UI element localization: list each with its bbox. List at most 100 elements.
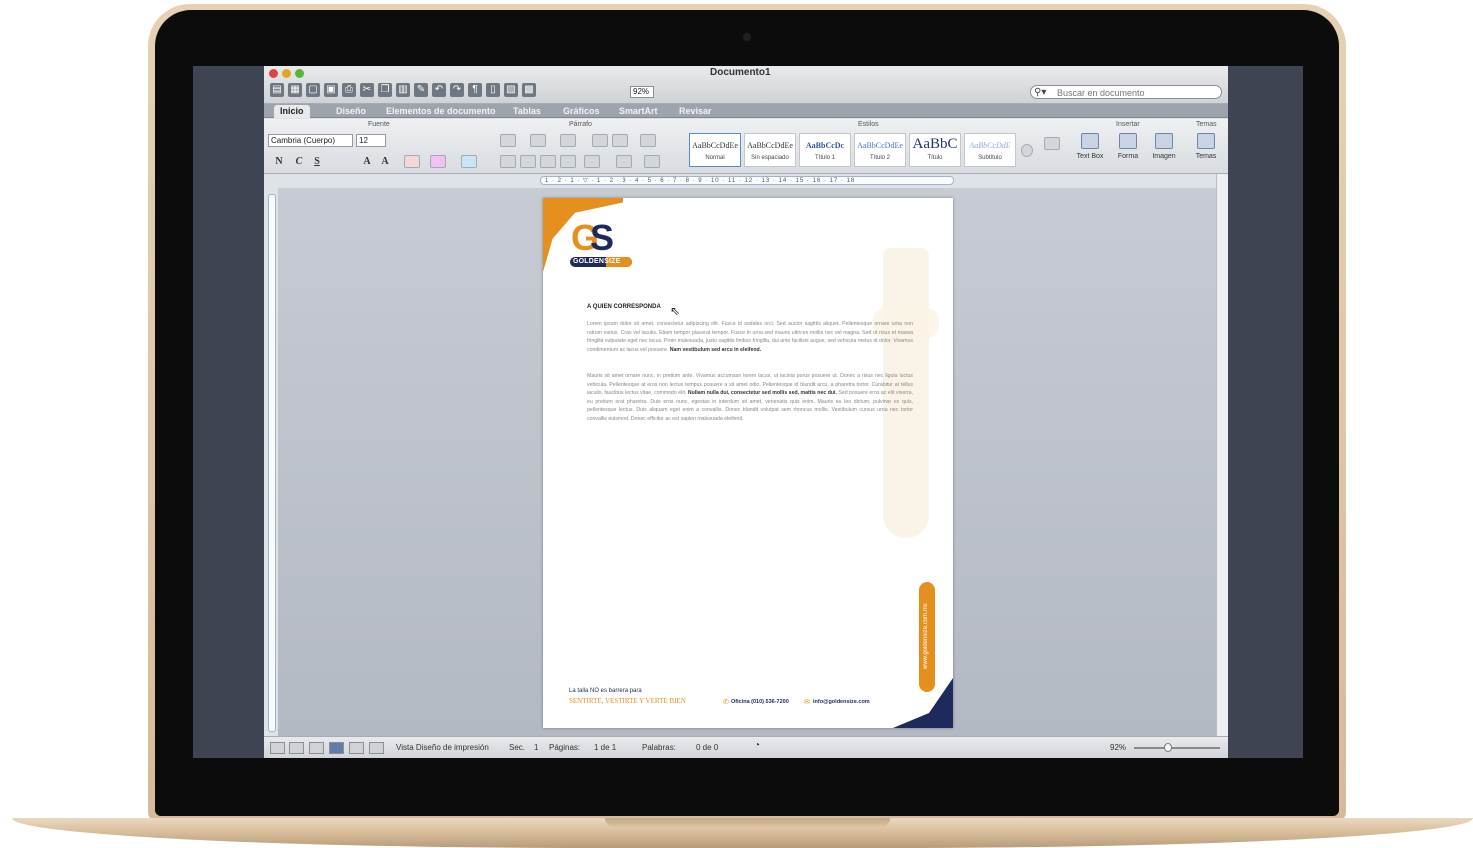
- style-sample: AaBbCcDdEe: [692, 141, 738, 150]
- copy-icon[interactable]: ❐: [378, 83, 392, 97]
- zoom-field[interactable]: 92%: [630, 86, 654, 98]
- vertical-ruler[interactable]: [268, 194, 276, 732]
- laptop-base-notch: [605, 818, 890, 827]
- templates-icon[interactable]: ▦: [288, 83, 302, 97]
- publishing-view-button[interactable]: [309, 742, 324, 754]
- bullets-button[interactable]: [500, 134, 516, 147]
- desktop-background-right: [1228, 66, 1303, 758]
- pilcrow-icon[interactable]: ¶: [468, 83, 482, 97]
- print-icon[interactable]: ⎙: [342, 83, 356, 97]
- paste-icon[interactable]: ▥: [396, 83, 410, 97]
- letter-salutation: A QUIEN CORRESPONDA: [587, 304, 661, 310]
- save-icon[interactable]: ▣: [324, 83, 338, 97]
- font-name-select[interactable]: Cambria (Cuerpo): [268, 134, 353, 147]
- bold-button[interactable]: N: [272, 155, 286, 168]
- zoom-value: 92%: [1110, 743, 1127, 752]
- footer-phone: Oficina (010) 536-7200: [731, 699, 789, 705]
- superscript-button[interactable]: A: [360, 155, 374, 168]
- highlight-button[interactable]: [430, 155, 446, 168]
- redo-icon[interactable]: ↷: [450, 83, 464, 97]
- insert-shape-button[interactable]: Forma: [1110, 133, 1146, 160]
- style-sample: AaBbC: [912, 136, 958, 152]
- line-spacing-button[interactable]: [584, 155, 600, 168]
- horizontal-ruler[interactable]: 1 · 2 · 1 · ▽ · 1 · 2 · 3 · 4 · 5 · 6 · …: [540, 176, 954, 185]
- themes-button[interactable]: Temas: [1188, 133, 1224, 160]
- style-name: Sin espaciado: [751, 155, 789, 161]
- words-value: 0 de 0: [696, 743, 719, 752]
- print-layout-view-button[interactable]: [329, 742, 344, 754]
- vertical-scrollbar[interactable]: [1216, 174, 1228, 736]
- themes-icon: [1197, 133, 1215, 149]
- text-effects-button[interactable]: [461, 155, 477, 168]
- zoom-slider-handle[interactable]: [1164, 743, 1172, 752]
- notebook-view-button[interactable]: [349, 742, 364, 754]
- zoom-button[interactable]: [295, 69, 304, 78]
- group-label-fuente: Fuente: [368, 121, 390, 128]
- tab-inicio[interactable]: Inicio: [274, 105, 310, 118]
- justify-button[interactable]: [560, 155, 576, 168]
- tab-smartart[interactable]: SmartArt: [613, 105, 664, 118]
- multilevel-button[interactable]: [560, 134, 576, 147]
- sidebar-icon[interactable]: ▯: [486, 83, 500, 97]
- borders-button[interactable]: [616, 155, 632, 168]
- subscript-button[interactable]: A: [378, 155, 392, 168]
- styles-more-button[interactable]: [1021, 144, 1033, 157]
- search-box[interactable]: ⚲▾: [1030, 85, 1222, 99]
- cut-icon[interactable]: ✂: [360, 83, 374, 97]
- draft-view-button[interactable]: [270, 742, 285, 754]
- style-name: Subtítulo: [978, 155, 1002, 161]
- font-size-select[interactable]: 12: [356, 134, 386, 147]
- footer-email: info@goldensize.com: [813, 699, 870, 705]
- outline-view-button[interactable]: [289, 742, 304, 754]
- insert-text-box-button[interactable]: Text Box: [1072, 133, 1108, 160]
- style-sin-espaciado[interactable]: AaBbCcDdEe Sin espaciado: [744, 133, 796, 167]
- style-titulo[interactable]: AaBbC Título: [909, 133, 961, 167]
- window-title: Documento1: [710, 67, 771, 78]
- align-right-button[interactable]: [540, 155, 556, 168]
- style-subtitulo[interactable]: AaBbCcDdE Subtítulo: [964, 133, 1016, 167]
- letter-paragraph-1: Lorem ipsum dolor sit amet, consectetur …: [587, 321, 913, 353]
- open-icon[interactable]: ▢: [306, 83, 320, 97]
- gallery-icon[interactable]: ▩: [522, 83, 536, 97]
- close-button[interactable]: [269, 69, 278, 78]
- spelling-icon[interactable]: ◔: [754, 740, 760, 751]
- columns-button[interactable]: [640, 134, 656, 147]
- italic-button[interactable]: C: [292, 155, 306, 168]
- tab-revisar[interactable]: Revisar: [673, 105, 718, 118]
- search-icon[interactable]: ⚲▾: [1034, 86, 1046, 99]
- full-screen-view-button[interactable]: [369, 742, 384, 754]
- increase-indent-button[interactable]: [612, 134, 628, 147]
- style-sample: AaBbCcDc: [805, 141, 845, 150]
- tab-elementos-de-documento[interactable]: Elementos de documento: [380, 105, 502, 118]
- search-input[interactable]: [1057, 87, 1217, 98]
- style-name: Título: [927, 155, 943, 161]
- style-normal[interactable]: AaBbCcDdEe Normal: [689, 133, 741, 167]
- text-box-icon: [1081, 133, 1099, 149]
- toolbox-icon[interactable]: ▧: [504, 83, 518, 97]
- shading-button[interactable]: [644, 155, 660, 168]
- underline-button[interactable]: S: [310, 155, 324, 168]
- shape-icon: [1119, 133, 1137, 149]
- tab-diseno[interactable]: Diseño: [330, 105, 372, 118]
- numbering-button[interactable]: [530, 134, 546, 147]
- footer-tagline: La talla NO es barrera para: [569, 688, 642, 694]
- align-center-button[interactable]: [520, 155, 536, 168]
- new-document-icon[interactable]: ▤: [270, 83, 284, 97]
- zoom-slider[interactable]: [1134, 747, 1220, 749]
- style-titulo-1[interactable]: AaBbCcDc Título 1: [799, 133, 851, 167]
- undo-icon[interactable]: ↶: [432, 83, 446, 97]
- tab-tablas[interactable]: Tablas: [507, 105, 547, 118]
- document-page[interactable]: GS GOLDENSIZE A QUIEN CORRESPONDA Lorem …: [543, 198, 953, 728]
- minimize-button[interactable]: [282, 69, 291, 78]
- footer-slogan: SENTIRTE, VESTIRTE Y VERTE BIEN: [569, 697, 686, 705]
- text-styles-button[interactable]: [1044, 137, 1060, 150]
- align-left-button[interactable]: [500, 155, 516, 168]
- tab-graficos[interactable]: Gráficos: [557, 105, 606, 118]
- style-titulo-2[interactable]: AaBbCcDdEe Título 2: [854, 133, 906, 167]
- insert-image-button[interactable]: Imagen: [1146, 133, 1182, 160]
- font-color-button[interactable]: [404, 155, 420, 168]
- goldensize-logo: GS: [571, 217, 614, 258]
- format-painter-icon[interactable]: ✎: [414, 83, 428, 97]
- decrease-indent-button[interactable]: [592, 134, 608, 147]
- style-sample: AaBbCcDdEe: [857, 141, 903, 150]
